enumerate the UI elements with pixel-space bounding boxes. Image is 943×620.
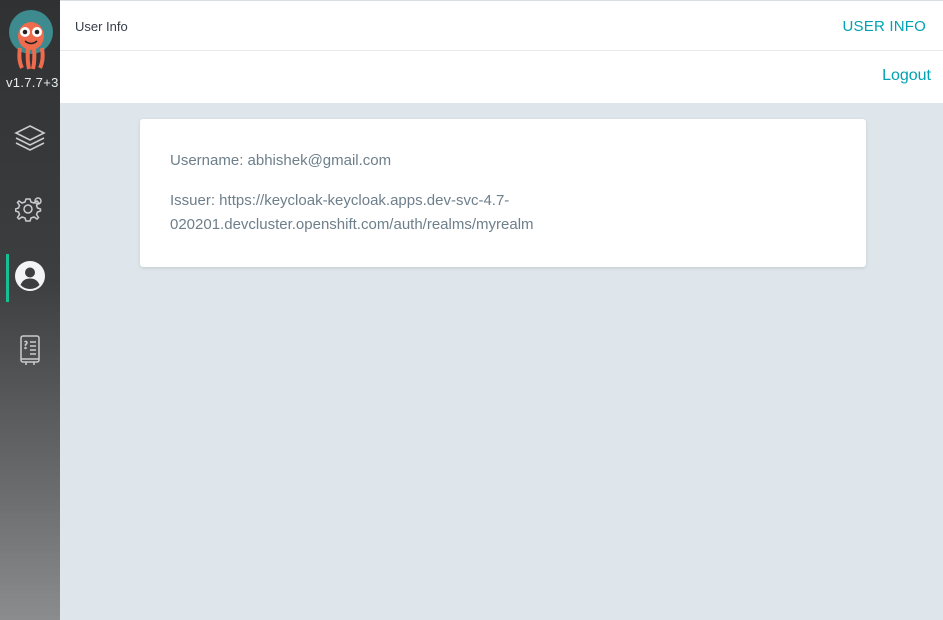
top-bar: User Info USER INFO [60, 0, 943, 51]
sidebar-item-settings[interactable] [0, 184, 60, 236]
layers-icon [14, 122, 46, 159]
user-icon [14, 260, 46, 297]
page-title: User Info [75, 19, 128, 34]
gear-icon [14, 193, 45, 228]
issuer-text-line-1: Issuer: https://keycloak-keycloak.apps.d… [170, 192, 510, 209]
username-text: Username: abhishek@gmail.com [170, 152, 392, 169]
user-info-card: Username: abhishek@gmail.com Issuer: htt… [140, 119, 866, 267]
sidebar-item-applications[interactable] [0, 114, 60, 166]
sidebar-item-documentation[interactable] [0, 326, 60, 378]
logout-button[interactable]: Logout [882, 67, 931, 85]
argo-logo[interactable] [6, 10, 56, 70]
sidebar-item-user-info[interactable] [0, 252, 60, 304]
tab-user-info[interactable]: USER INFO [843, 18, 926, 35]
sidebar: v1.7.7+3 [0, 0, 60, 620]
issuer-text-line-2: 020201.devcluster.openshift.com/auth/rea… [170, 216, 534, 233]
toolbar: Logout [60, 51, 943, 103]
version-label: v1.7.7+3 [6, 75, 59, 90]
docs-icon [17, 334, 43, 371]
